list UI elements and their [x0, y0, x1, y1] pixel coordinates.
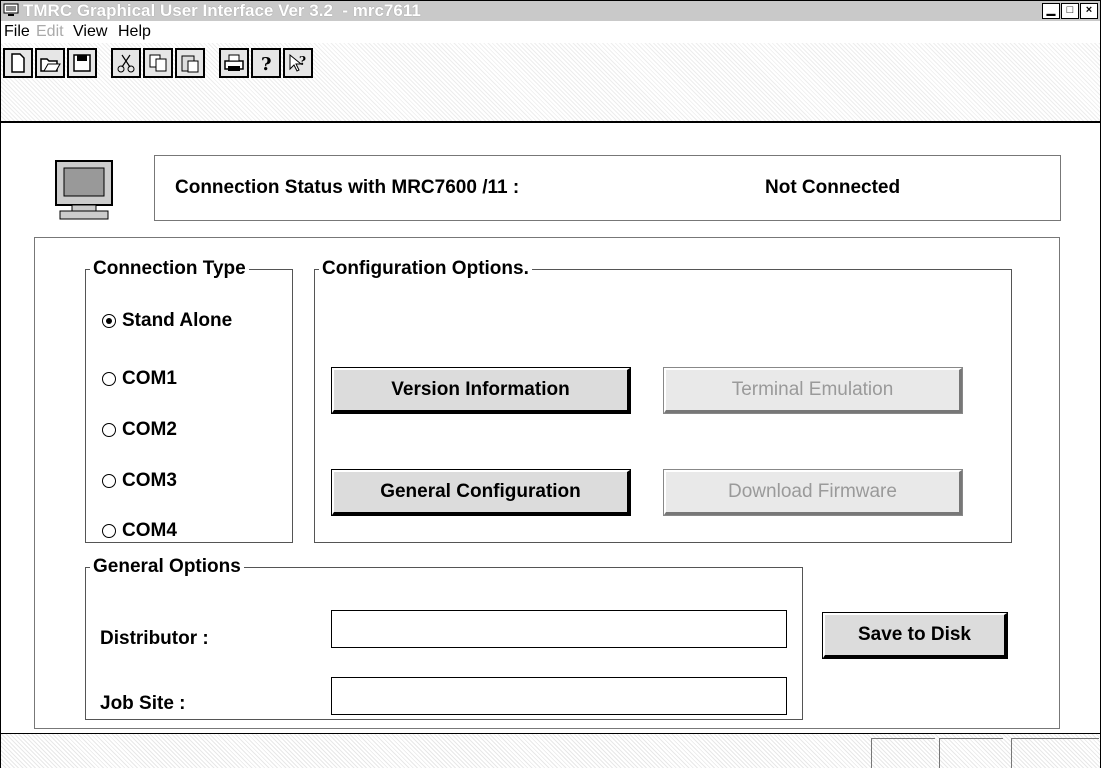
monitor-icon — [55, 160, 113, 220]
context-help-button[interactable]: ? — [283, 48, 313, 78]
menu-edit[interactable]: Edit — [36, 23, 64, 41]
configuration-options-legend: Configuration Options. — [322, 258, 529, 279]
toolbar: ? ? — [1, 43, 1100, 123]
cut-button[interactable] — [111, 48, 141, 78]
job-site-label: Job Site : — [100, 693, 186, 714]
radio-icon — [102, 372, 116, 386]
radio-com3[interactable]: COM3 — [102, 470, 177, 492]
options-panel: Connection Type Stand Alone COM1 COM2 CO… — [34, 237, 1060, 729]
job-site-field[interactable] — [331, 677, 787, 715]
general-configuration-button[interactable]: General Configuration — [331, 469, 631, 516]
app-window: TMRC Graphical User Interface Ver 3.2 - … — [0, 0, 1101, 768]
new-button[interactable] — [3, 48, 33, 78]
distributor-label: Distributor : — [100, 628, 209, 649]
menu-view[interactable]: View — [73, 23, 107, 41]
status-value: Not Connected — [765, 177, 901, 198]
cut-icon — [117, 54, 135, 73]
radio-label: COM1 — [122, 368, 177, 389]
print-icon — [224, 54, 244, 71]
open-button[interactable] — [35, 48, 65, 78]
window-controls: ▁ □ × — [1041, 3, 1098, 19]
menu-bar: File Edit View Help — [1, 21, 1100, 43]
close-button[interactable]: × — [1080, 3, 1098, 19]
paste-icon — [181, 55, 199, 73]
about-icon: ? — [261, 54, 272, 74]
window-title: TMRC Graphical User Interface Ver 3.2 - … — [23, 1, 421, 20]
save-icon — [73, 54, 91, 72]
menu-file[interactable]: File — [4, 23, 30, 41]
radio-icon — [102, 474, 116, 488]
radio-com2[interactable]: COM2 — [102, 419, 177, 441]
open-icon — [40, 58, 61, 72]
svg-text:?: ? — [299, 54, 306, 68]
radio-icon — [102, 423, 116, 437]
status-label: Connection Status with MRC7600 /11 : — [175, 177, 520, 198]
radio-selected-icon — [102, 314, 116, 328]
new-icon — [11, 53, 25, 73]
save-to-disk-button[interactable]: Save to Disk — [822, 612, 1008, 659]
monitor-icon — [3, 3, 19, 16]
distributor-field[interactable] — [331, 610, 787, 648]
copy-icon — [149, 54, 167, 72]
print-button[interactable] — [219, 48, 249, 78]
status-bar-panel — [939, 738, 1003, 768]
general-options-group: General Options Distributor : Job Site : — [85, 556, 803, 720]
title-bar[interactable]: TMRC Graphical User Interface Ver 3.2 - … — [1, 1, 1100, 21]
paste-button[interactable] — [175, 48, 205, 78]
save-button-tb[interactable] — [67, 48, 97, 78]
copy-button[interactable] — [143, 48, 173, 78]
menu-help[interactable]: Help — [118, 23, 151, 41]
radio-label: COM4 — [122, 520, 177, 541]
radio-com1[interactable]: COM1 — [102, 368, 177, 390]
radio-label: Stand Alone — [122, 310, 233, 331]
context-help-icon: ? — [289, 53, 306, 72]
download-firmware-button[interactable]: Download Firmware — [663, 469, 963, 516]
general-options-legend: General Options — [93, 556, 241, 577]
status-bar — [1, 733, 1100, 768]
connection-status: Connection Status with MRC7600 /11 : Not… — [154, 155, 1061, 221]
main-panel: Connection Status with MRC7600 /11 : Not… — [1, 123, 1100, 733]
terminal-emulation-button[interactable]: Terminal Emulation — [663, 367, 963, 414]
svg-text:?: ? — [261, 54, 272, 74]
connection-type-legend: Connection Type — [93, 258, 246, 279]
radio-icon — [102, 524, 116, 538]
radio-com4[interactable]: COM4 — [102, 520, 177, 542]
about-button[interactable]: ? — [251, 48, 281, 78]
connection-type-group: Connection Type Stand Alone COM1 COM2 CO… — [85, 258, 293, 543]
radio-label: COM3 — [122, 470, 177, 491]
minimize-button[interactable]: ▁ — [1042, 3, 1060, 19]
version-information-button[interactable]: Version Information — [331, 367, 631, 414]
configuration-options-group: Configuration Options. Version Informati… — [314, 258, 1012, 543]
radio-label: COM2 — [122, 419, 177, 440]
maximize-button[interactable]: □ — [1061, 3, 1079, 19]
radio-stand-alone[interactable]: Stand Alone — [102, 310, 232, 332]
status-bar-panel — [871, 738, 935, 768]
status-bar-panel — [1011, 738, 1099, 768]
